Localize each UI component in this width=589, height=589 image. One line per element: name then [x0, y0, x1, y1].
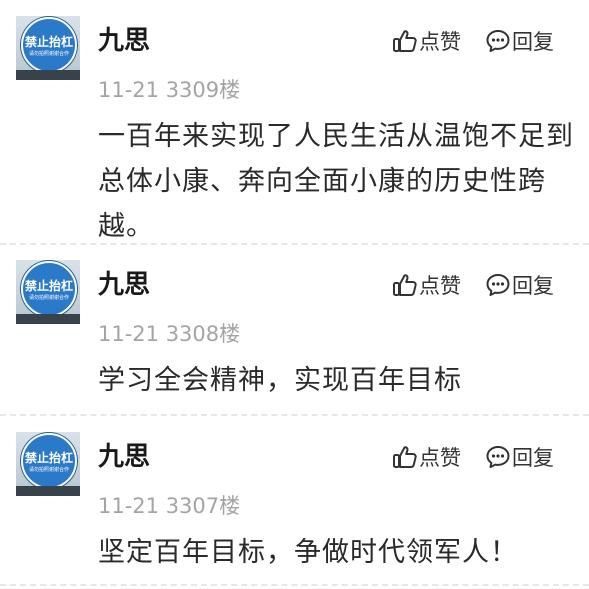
- comment-text-line: 坚定百年目标，争做时代领军人！: [98, 537, 518, 568]
- like-label: 点赞: [419, 274, 461, 298]
- comment-text: 学习全会精神，实现百年目标: [98, 358, 578, 403]
- avatar-sign-text: 禁止抬杠: [24, 451, 73, 465]
- comment-meta: 11-21 3309楼: [98, 78, 241, 102]
- comment-text: 坚定百年目标，争做时代领军人！: [98, 530, 578, 575]
- comment-text-line: 学习全会精神，实现百年目标: [98, 365, 462, 396]
- avatar-sign-subtext: 请勿拍照谢谢合作: [28, 295, 69, 301]
- reply-label: 回复: [512, 30, 554, 54]
- comment-meta: 11-21 3308楼: [98, 322, 241, 346]
- like-button[interactable]: 点赞: [392, 270, 461, 300]
- reply-label: 回复: [512, 274, 554, 298]
- avatar-sign: 禁止抬杠 请勿拍照谢谢合作: [21, 261, 77, 317]
- thumbs-up-icon: [392, 28, 418, 54]
- comment-text: 一百年来实现了人民生活从温饱不足到 总体小康、奔向全面小康的历史性跨 越。: [98, 114, 578, 249]
- like-button[interactable]: 点赞: [392, 26, 461, 56]
- comment-divider: [0, 414, 589, 416]
- avatar-sign: 禁止抬杠 请勿拍照谢谢合作: [21, 433, 77, 489]
- comment-meta: 11-21 3307楼: [98, 494, 241, 518]
- comment-divider: [0, 584, 589, 586]
- thumbs-up-icon: [392, 272, 418, 298]
- speech-bubble-icon: [485, 272, 511, 298]
- speech-bubble-icon: [485, 444, 511, 470]
- thumbs-up-icon: [392, 444, 418, 470]
- avatar-sign-text: 禁止抬杠: [24, 279, 73, 293]
- avatar-sign-subtext: 请勿拍照谢谢合作: [28, 467, 69, 473]
- avatar[interactable]: 禁止抬杠 请勿拍照谢谢合作: [16, 432, 80, 496]
- like-button[interactable]: 点赞: [392, 442, 461, 472]
- avatar-sign: 禁止抬杠 请勿拍照谢谢合作: [21, 17, 77, 73]
- comment-divider: [0, 243, 589, 245]
- like-label: 点赞: [419, 30, 461, 54]
- reply-button[interactable]: 回复: [485, 26, 554, 56]
- like-label: 点赞: [419, 446, 461, 470]
- reply-button[interactable]: 回复: [485, 442, 554, 472]
- comment-text-line: 一百年来实现了人民生活从温饱不足到: [98, 121, 574, 152]
- avatar[interactable]: 禁止抬杠 请勿拍照谢谢合作: [16, 16, 80, 80]
- username[interactable]: 九思: [98, 436, 150, 473]
- username[interactable]: 九思: [98, 264, 150, 301]
- avatar-sign-text: 禁止抬杠: [24, 35, 73, 49]
- reply-button[interactable]: 回复: [485, 270, 554, 300]
- avatar-sign-subtext: 请勿拍照谢谢合作: [28, 51, 69, 57]
- reply-label: 回复: [512, 446, 554, 470]
- comment-text-line: 总体小康、奔向全面小康的历史性跨: [98, 166, 546, 197]
- username[interactable]: 九思: [98, 20, 150, 57]
- speech-bubble-icon: [485, 28, 511, 54]
- avatar[interactable]: 禁止抬杠 请勿拍照谢谢合作: [16, 260, 80, 324]
